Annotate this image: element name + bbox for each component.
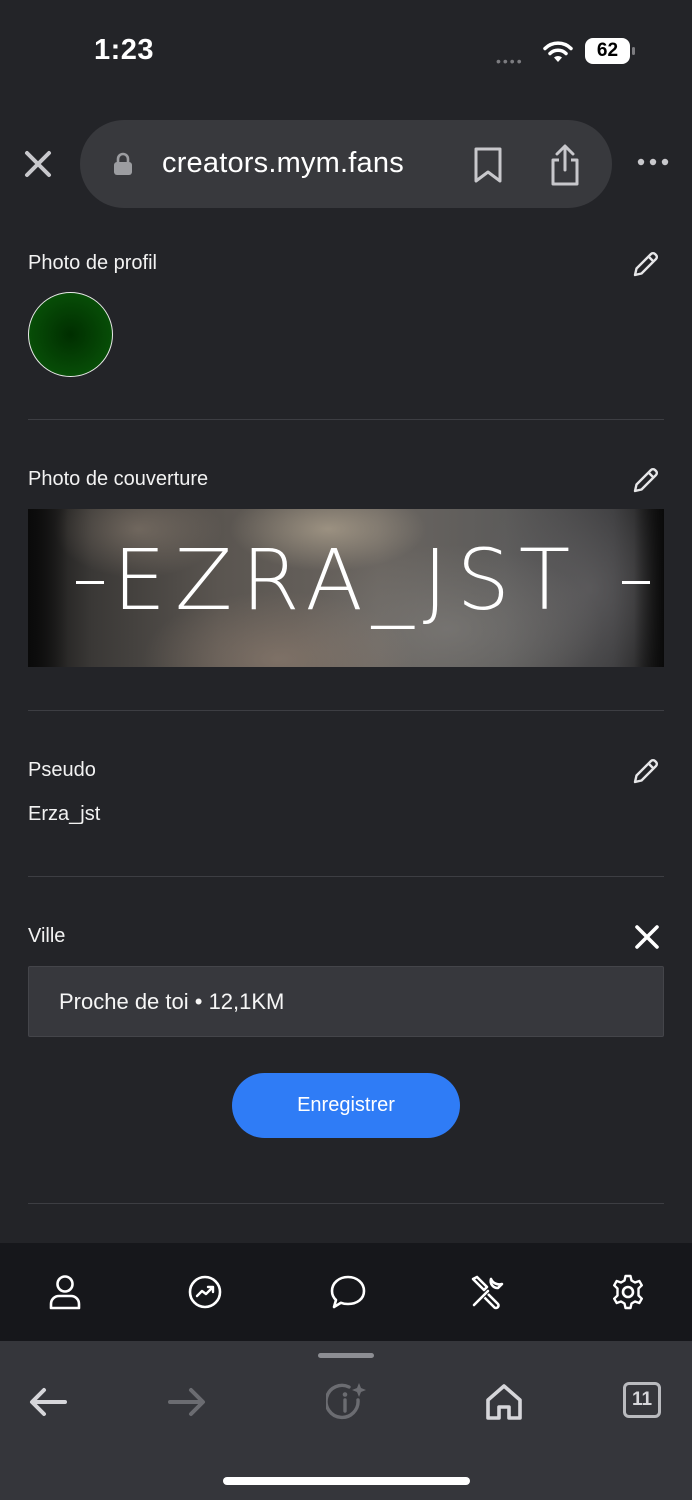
status-time: 1:23 [94,34,155,66]
pseudo-label: Pseudo [28,759,96,781]
cover-photo-text: EZRA_JST [112,531,580,629]
divider [28,876,664,877]
city-label: Ville [28,925,66,947]
cover-photo[interactable]: EZRA_JST [28,509,664,667]
edit-profile-photo-pencil-icon[interactable] [630,248,662,280]
battery-icon: 62 [585,38,635,64]
save-button[interactable]: Enregistrer [232,1073,460,1138]
edit-pseudo-pencil-icon[interactable] [630,755,662,787]
divider [28,419,664,420]
close-icon[interactable] [633,923,661,951]
avatar[interactable] [28,292,113,377]
url-field[interactable]: creators.mym.fans [80,120,612,208]
cover-photo-label: Photo de couverture [28,468,209,490]
tabs-count-button[interactable]: 11 [623,1382,661,1418]
edit-cover-photo-pencil-icon[interactable] [630,464,662,496]
browser-toolbar: 11 [0,1341,692,1500]
messages-icon[interactable] [329,1273,367,1311]
city-input-value: Proche de toi • 12,1KM [59,989,285,1014]
home-indicator[interactable] [223,1477,470,1485]
profile-photo-label: Photo de profil [28,252,157,274]
page-info-sparkle-icon[interactable] [326,1381,368,1423]
divider [28,1203,664,1204]
battery-level: 62 [585,38,630,64]
divider [28,710,664,711]
tools-icon[interactable] [468,1273,506,1311]
bookmark-icon[interactable] [472,146,504,184]
cover-dash-right [622,581,650,584]
more-options-icon[interactable] [636,156,670,168]
home-icon[interactable] [483,1381,525,1423]
share-icon[interactable] [548,144,582,186]
stats-icon[interactable] [186,1273,224,1311]
city-input[interactable]: Proche de toi • 12,1KM [28,966,664,1037]
cellular-signal-icon: •••• [496,53,524,69]
wifi-icon [543,41,573,62]
profile-icon[interactable] [46,1273,84,1311]
forward-arrow-icon[interactable] [166,1381,208,1423]
browser-address-bar: creators.mym.fans [0,118,692,210]
drag-handle[interactable] [318,1353,374,1358]
pseudo-value: Erza_jst [28,803,101,825]
close-icon[interactable] [22,148,54,180]
url-text: creators.mym.fans [162,147,404,179]
app-bottom-nav [0,1243,692,1341]
back-arrow-icon[interactable] [27,1381,69,1423]
status-bar: 1:23 •••• 62 [0,0,692,100]
lock-icon [114,152,132,175]
settings-icon[interactable] [609,1273,647,1311]
